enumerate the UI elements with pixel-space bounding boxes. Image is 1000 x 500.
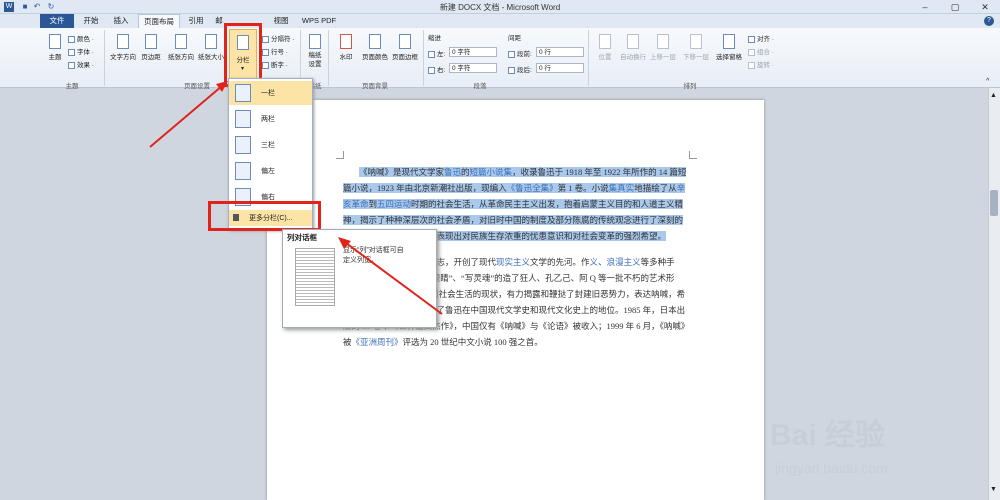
arrow-line-1	[149, 85, 223, 148]
baidu-url: jingyan.baidu.com	[775, 460, 888, 476]
baidu-logo: Bai 经验	[770, 419, 886, 452]
arrow-head-2	[338, 237, 351, 249]
arrow-line-2	[345, 242, 443, 315]
